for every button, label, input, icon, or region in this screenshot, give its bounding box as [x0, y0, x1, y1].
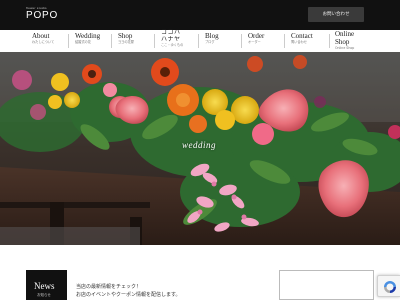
contact-button[interactable]: お問い合わせ	[308, 7, 364, 22]
nav-item-order[interactable]: Order オーダー	[248, 32, 264, 45]
nav-divider	[154, 34, 155, 48]
hero-caption: wedding	[182, 140, 216, 150]
main-nav: About わたしについて Wedding 結婚式の花 Shop ヨヨの花屋 コ…	[0, 29, 400, 52]
logo-wordmark: POPO	[26, 10, 59, 21]
nav-item-about[interactable]: About わたしについて	[32, 32, 54, 45]
nav-divider	[111, 34, 112, 48]
nav-item-label: ココハ ハナヤ	[161, 29, 181, 43]
news-heading-box: News お知らせ	[26, 270, 67, 300]
nav-item-label: Contact	[291, 32, 313, 40]
nav-divider	[241, 34, 242, 48]
news-title: News	[34, 281, 55, 291]
nav-item-label: Online Shop	[335, 30, 355, 46]
nav-item-label: Wedding	[75, 32, 101, 40]
side-widget-box	[279, 270, 374, 300]
nav-item-kokoha-hanaya[interactable]: ココハ ハナヤ ここ・ゆくもの	[161, 29, 184, 48]
nav-divider	[68, 34, 69, 48]
nav-item-shop[interactable]: Shop ヨヨの花屋	[118, 32, 134, 45]
nav-item-sublabel: オーダー	[248, 40, 261, 44]
nav-item-label: Shop	[118, 32, 133, 40]
nav-item-sublabel: ブログ	[205, 40, 215, 44]
nav-item-label: About	[32, 32, 50, 40]
nav-item-label: Blog	[205, 32, 219, 40]
nav-item-wedding[interactable]: Wedding 結婚式の花	[75, 32, 100, 45]
nav-item-blog[interactable]: Blog ブログ	[205, 32, 219, 45]
nav-divider	[284, 34, 285, 48]
nav-item-sublabel: Online Shop	[335, 46, 355, 50]
nav-divider	[329, 34, 330, 48]
news-subtitle: お知らせ	[37, 293, 51, 297]
hero-image: wedding	[0, 52, 400, 245]
news-line-2: お店のイベントやクーポン情報を配信します。	[76, 292, 181, 298]
nav-item-contact[interactable]: Contact 問い合わせ	[291, 32, 313, 45]
recaptcha-icon	[384, 281, 396, 293]
site-header: flower studio POPO お問い合わせ	[0, 0, 400, 30]
nav-item-sublabel: わたしについて	[32, 40, 55, 44]
news-line-1: 当店の最新情報をチェック！	[76, 284, 142, 290]
content-section: News お知らせ 当店の最新情報をチェック！ お店のイベントやクーポン情報を配…	[0, 245, 400, 300]
nav-item-sublabel: 結婚式の花	[75, 40, 91, 44]
nav-item-label: Order	[248, 32, 265, 40]
news-description: 当店の最新情報をチェック！ お店のイベントやクーポン情報を配信します。	[76, 283, 181, 299]
nav-item-sublabel: ヨヨの花屋	[118, 40, 134, 44]
nav-item-sublabel: 問い合わせ	[291, 40, 307, 44]
site-logo[interactable]: flower studio POPO	[26, 6, 58, 21]
nav-item-online-shop[interactable]: Online Shop Online Shop	[335, 30, 354, 50]
nav-item-sublabel: ここ・ゆくもの	[161, 43, 184, 47]
recaptcha-badge[interactable]	[377, 275, 400, 297]
nav-divider	[198, 34, 199, 48]
